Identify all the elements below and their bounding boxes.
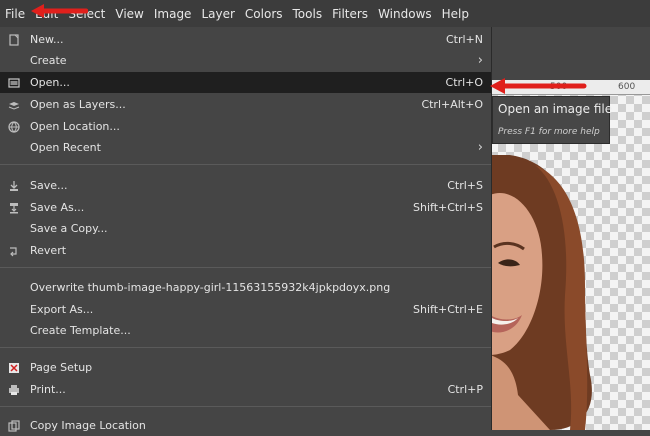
revert-icon bbox=[8, 245, 20, 257]
menu-item-copy-image-location-label: Copy Image Location bbox=[30, 419, 146, 432]
menu-tools[interactable]: Tools bbox=[288, 7, 328, 21]
menu-item-open-as-layers-label: Open as Layers... bbox=[30, 98, 126, 111]
menu-item-save-as[interactable]: Save As... Shift+Ctrl+S bbox=[0, 197, 491, 218]
tooltip-title: Open an image file bbox=[498, 102, 613, 116]
menu-item-copy-image-location[interactable]: Copy Image Location bbox=[0, 415, 491, 436]
menu-item-open-shortcut: Ctrl+O bbox=[445, 76, 483, 89]
menu-item-open-recent-label: Open Recent bbox=[30, 141, 101, 154]
menu-item-export-as[interactable]: Export As... Shift+Ctrl+E bbox=[0, 299, 491, 320]
menu-separator bbox=[0, 406, 491, 407]
menu-item-save-label: Save... bbox=[30, 179, 68, 192]
menu-item-save-as-shortcut: Shift+Ctrl+S bbox=[413, 201, 483, 214]
submenu-chevron-icon: › bbox=[477, 53, 483, 68]
menu-item-save-copy[interactable]: Save a Copy... bbox=[0, 218, 491, 239]
save-icon bbox=[8, 180, 20, 192]
menu-item-page-setup-label: Page Setup bbox=[30, 361, 93, 374]
menu-item-open-location[interactable]: Open Location... bbox=[0, 116, 491, 137]
menu-item-save[interactable]: Save... Ctrl+S bbox=[0, 175, 491, 196]
save-as-icon bbox=[8, 202, 20, 214]
menu-item-open-as-layers-shortcut: Ctrl+Alt+O bbox=[421, 98, 483, 111]
menu-item-open-label: Open... bbox=[30, 76, 70, 89]
menu-item-print-label: Print... bbox=[30, 383, 66, 396]
menu-separator bbox=[0, 347, 491, 348]
ruler-tick-600: 600 bbox=[618, 82, 636, 92]
menu-item-overwrite-label: Overwrite thumb-image-happy-girl-1156315… bbox=[30, 281, 391, 294]
menu-item-create-template-label: Create Template... bbox=[30, 324, 131, 337]
menu-item-save-as-label: Save As... bbox=[30, 201, 85, 214]
menu-windows[interactable]: Windows bbox=[373, 7, 437, 21]
menu-view[interactable]: View bbox=[110, 7, 148, 21]
menubar: File Edit Select View Image Layer Colors… bbox=[0, 0, 650, 27]
menu-item-create[interactable]: Create › bbox=[0, 50, 491, 71]
menu-item-open-as-layers[interactable]: Open as Layers... Ctrl+Alt+O bbox=[0, 94, 491, 115]
file-menu-dropdown: New... Ctrl+N Create › Open... Ctrl+O Op… bbox=[0, 27, 492, 432]
menu-item-new[interactable]: New... Ctrl+N bbox=[0, 29, 491, 50]
menu-item-open-location-label: Open Location... bbox=[30, 120, 120, 133]
menu-item-create-template[interactable]: Create Template... bbox=[0, 320, 491, 341]
menu-item-save-copy-label: Save a Copy... bbox=[30, 222, 108, 235]
annotation-arrow-open-icon bbox=[490, 78, 587, 94]
menu-item-print[interactable]: Print... Ctrl+P bbox=[0, 379, 491, 400]
menu-filters[interactable]: Filters bbox=[327, 7, 373, 21]
annotation-arrow-file-icon bbox=[31, 4, 88, 18]
menu-layer[interactable]: Layer bbox=[196, 7, 239, 21]
open-image-icon bbox=[8, 77, 20, 89]
menu-item-open-recent[interactable]: Open Recent › bbox=[0, 137, 491, 158]
menu-separator bbox=[0, 164, 491, 165]
menu-item-export-as-label: Export As... bbox=[30, 303, 94, 316]
menu-image[interactable]: Image bbox=[149, 7, 197, 21]
menu-separator bbox=[0, 267, 491, 268]
menu-item-new-shortcut: Ctrl+N bbox=[445, 33, 483, 46]
globe-icon bbox=[8, 120, 20, 133]
menu-item-revert[interactable]: Revert bbox=[0, 240, 491, 261]
page-setup-icon bbox=[8, 362, 20, 374]
menu-item-export-as-shortcut: Shift+Ctrl+E bbox=[413, 303, 483, 316]
tooltip-hint: Press F1 for more help bbox=[498, 127, 600, 137]
open-tooltip: Open an image file Press F1 for more hel… bbox=[492, 96, 613, 144]
menu-item-create-label: Create bbox=[30, 54, 67, 67]
menu-item-print-shortcut: Ctrl+P bbox=[447, 383, 483, 396]
submenu-chevron-icon: › bbox=[477, 140, 483, 155]
menu-item-overwrite[interactable]: Overwrite thumb-image-happy-girl-1156315… bbox=[0, 277, 491, 298]
menu-item-new-label: New... bbox=[30, 33, 64, 46]
new-document-icon bbox=[8, 33, 20, 46]
menu-help[interactable]: Help bbox=[437, 7, 474, 21]
layers-icon bbox=[8, 99, 20, 111]
menu-item-page-setup[interactable]: Page Setup bbox=[0, 357, 491, 378]
menu-file[interactable]: File bbox=[0, 7, 30, 21]
printer-icon bbox=[8, 384, 20, 396]
portrait-image bbox=[490, 155, 592, 430]
menu-colors[interactable]: Colors bbox=[240, 7, 288, 21]
menu-item-revert-label: Revert bbox=[30, 244, 67, 257]
menu-item-save-shortcut: Ctrl+S bbox=[447, 179, 483, 192]
menu-item-open[interactable]: Open... Ctrl+O bbox=[0, 72, 491, 93]
